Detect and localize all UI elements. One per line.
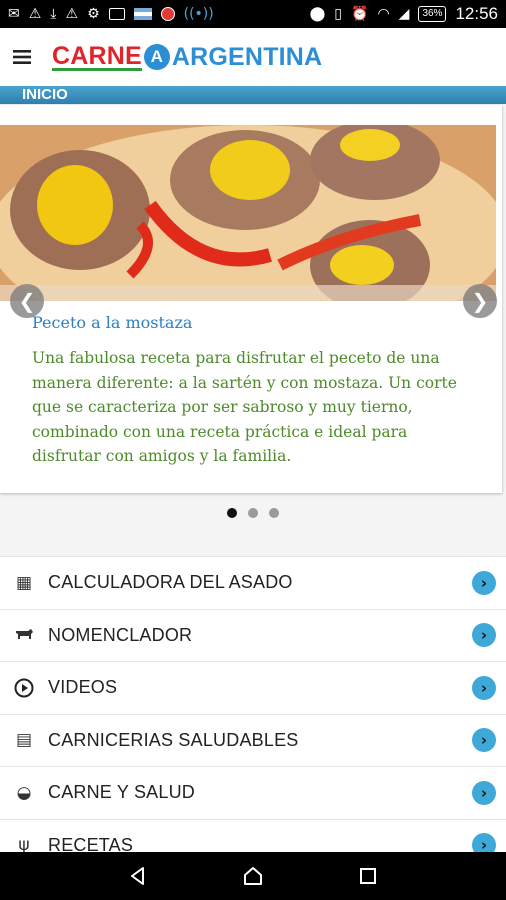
- menu-item-nomenclador[interactable]: NOMENCLADOR ›: [0, 608, 506, 661]
- wireless-icon: ((•)): [183, 6, 214, 22]
- hamburger-menu-icon[interactable]: [0, 28, 44, 86]
- chevron-right-icon: ›: [472, 833, 496, 852]
- menu-item-label: CARNE Y SALUD: [48, 782, 195, 803]
- carousel-card[interactable]: Peceto a la mostaza Una fabulosa receta …: [0, 105, 502, 493]
- flag-icon: [133, 8, 152, 20]
- recipe-image: [0, 125, 496, 301]
- back-button[interactable]: [118, 856, 158, 896]
- status-bar: ✉ ⚠ ⤓ ⚠ ⚙ ((•)) ⬤ ▯ ⏰ ◠ ◢ 36% 12:56: [0, 0, 506, 28]
- vibrate-icon: ▯: [334, 6, 342, 22]
- menu-item-calculadora[interactable]: ▦ CALCULADORA DEL ASADO ›: [0, 556, 506, 609]
- home-button[interactable]: [233, 856, 273, 896]
- menu-item-carnicerias[interactable]: ▤ CARNICERIAS SALUDABLES ›: [0, 713, 506, 766]
- download-icon: ⤓: [50, 6, 57, 22]
- dish-icon: ◒: [16, 782, 32, 803]
- app-logo: CARNE A ARGENTINA: [52, 43, 322, 72]
- pagination-dot-active[interactable]: [227, 508, 237, 518]
- menu-item-videos[interactable]: VIDEOS ›: [0, 661, 506, 714]
- logo-mark-icon: A: [143, 44, 170, 70]
- status-icons-right: ⬤ ▯ ⏰ ◠ ◢ 36% 12:56: [310, 4, 498, 24]
- clock: 12:56: [455, 4, 498, 23]
- cow-icon: [0, 628, 48, 642]
- play-icon: [0, 678, 48, 698]
- record-icon: [160, 7, 175, 21]
- menu-item-carne-salud[interactable]: ◒ CARNE Y SALUD ›: [0, 766, 506, 819]
- settings-icon: ⚙: [87, 6, 100, 22]
- chevron-right-icon: ›: [472, 623, 496, 648]
- message-icon: ✉: [8, 6, 20, 22]
- menu-item-recetas[interactable]: ψ RECETAS ›: [0, 818, 506, 852]
- carousel-prev-button[interactable]: ❮: [10, 284, 44, 318]
- calculator-icon: ▦: [15, 572, 33, 593]
- chevron-right-icon: ›: [472, 675, 496, 700]
- menu-item-label: NOMENCLADOR: [48, 624, 193, 645]
- system-nav-bar: [0, 852, 506, 900]
- sim-icon: [108, 8, 125, 20]
- menu-item-label: CARNICERIAS SALUDABLES: [48, 729, 299, 750]
- carousel-pagination: [0, 508, 506, 518]
- wifi-icon: ◠: [377, 6, 390, 22]
- logo-carne-text: CARNE: [52, 41, 142, 71]
- warning-icon: ⚠: [28, 6, 42, 22]
- signal-icon: ◢: [398, 6, 410, 22]
- menu-item-label: RECETAS: [48, 834, 134, 852]
- chevron-right-icon: ›: [472, 780, 496, 805]
- recipe-description: Una fabulosa receta para disfrutar el pe…: [32, 349, 457, 465]
- menu-item-label: VIDEOS: [48, 677, 118, 698]
- recents-button[interactable]: [348, 856, 388, 896]
- chevron-right-icon: ›: [472, 728, 496, 753]
- section-title: INICIO: [0, 86, 506, 104]
- pagination-dot[interactable]: [248, 508, 258, 518]
- battery-indicator: 36%: [418, 6, 447, 22]
- warning-icon: ⚠: [65, 6, 79, 22]
- main-menu-list: ▦ CALCULADORA DEL ASADO › NOMENCLADOR › …: [0, 556, 506, 852]
- alarm-icon: ⏰: [351, 6, 369, 22]
- status-icons-left: ✉ ⚠ ⤓ ⚠ ⚙ ((•)): [8, 7, 214, 21]
- carousel-next-button[interactable]: ❯: [463, 284, 497, 318]
- pagination-dot[interactable]: [269, 508, 279, 518]
- logo-argentina-text: ARGENTINA: [171, 42, 323, 71]
- location-icon: ⬤: [309, 6, 326, 22]
- chevron-right-icon: ›: [472, 570, 496, 595]
- recipe-title[interactable]: Peceto a la mostaza: [32, 313, 192, 332]
- fork-knife-icon: ψ: [18, 835, 30, 852]
- app-bar: CARNE A ARGENTINA: [0, 28, 506, 86]
- menu-item-label: CALCULADORA DEL ASADO: [48, 572, 293, 593]
- shop-icon: ▤: [15, 730, 33, 751]
